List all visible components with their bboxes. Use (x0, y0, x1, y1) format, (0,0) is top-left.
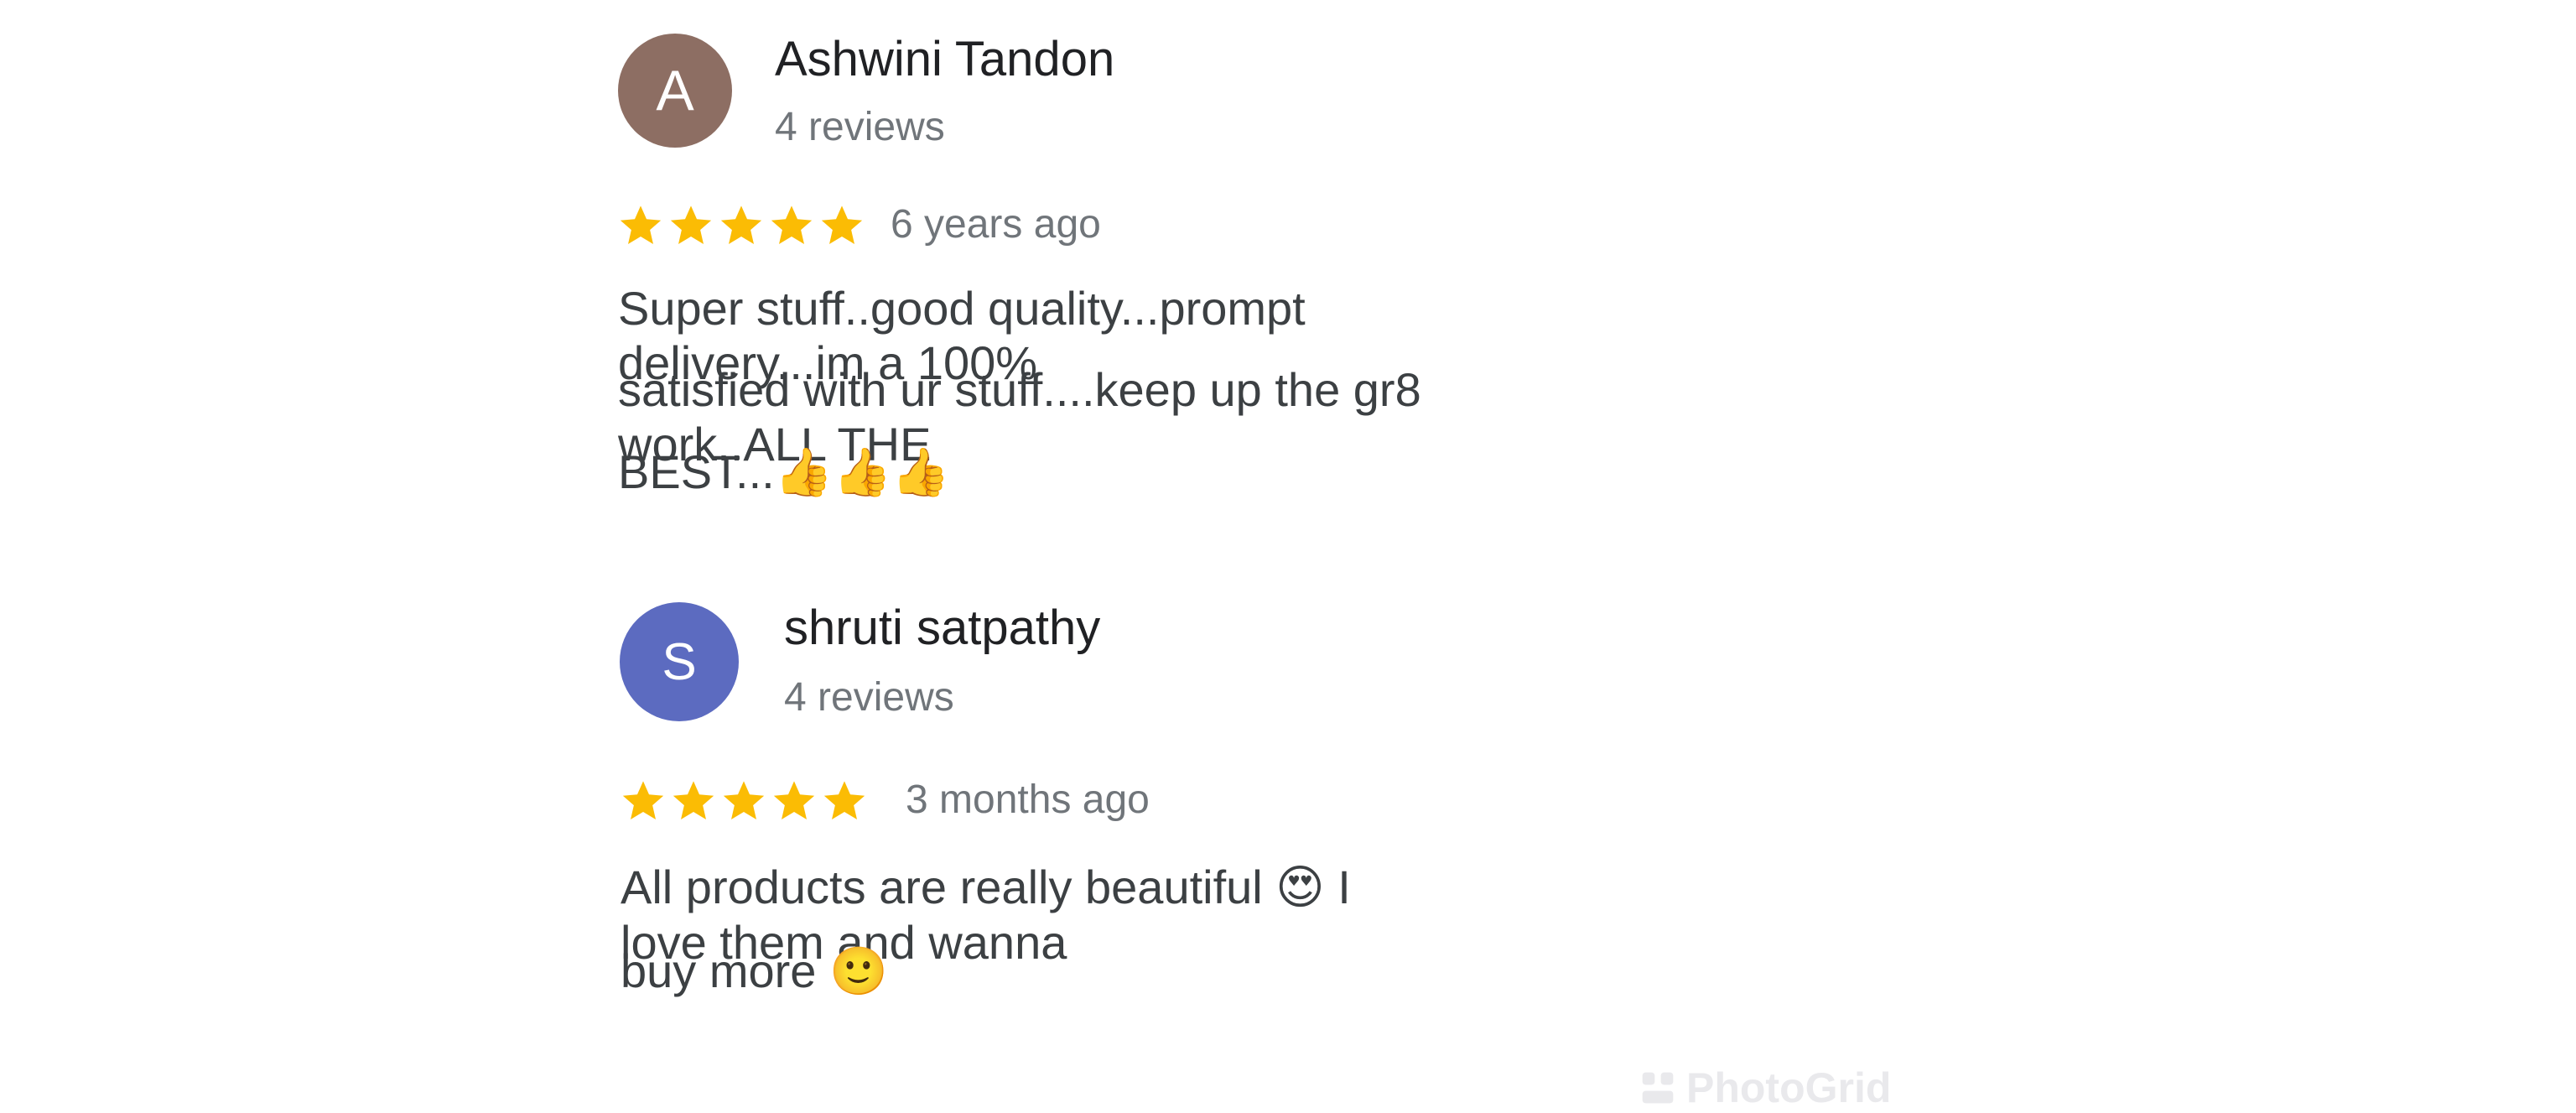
author-name[interactable]: shruti satpathy (784, 604, 1100, 653)
star-icon (667, 201, 715, 250)
review-count[interactable]: 4 reviews (775, 107, 945, 148)
review-text-line: BEST...👍👍👍 (618, 445, 950, 498)
star-icon (616, 201, 665, 250)
author-name[interactable]: Ashwini Tandon (775, 35, 1114, 84)
star-icon (820, 777, 869, 825)
avatar-letter: A (656, 59, 694, 122)
star-icon (669, 777, 718, 825)
star-icon (770, 777, 818, 825)
star-rating (616, 201, 866, 250)
star-icon (719, 777, 768, 825)
watermark: PhotoGrid (1639, 1067, 1891, 1109)
avatar-letter: S (662, 632, 697, 691)
review-text-line: buy more 🙂 (621, 944, 888, 997)
star-icon (818, 201, 866, 250)
star-rating (619, 777, 869, 825)
star-icon (619, 777, 667, 825)
watermark-text: PhotoGrid (1686, 1064, 1892, 1111)
review-time: 6 years ago (891, 202, 1101, 247)
star-icon (767, 201, 816, 250)
review-count[interactable]: 4 reviews (784, 678, 954, 718)
star-icon (717, 201, 766, 250)
review-time: 3 months ago (906, 778, 1150, 822)
avatar[interactable]: A (618, 34, 732, 148)
avatar[interactable]: S (620, 602, 739, 721)
photogrid-logo-icon (1639, 1069, 1676, 1106)
